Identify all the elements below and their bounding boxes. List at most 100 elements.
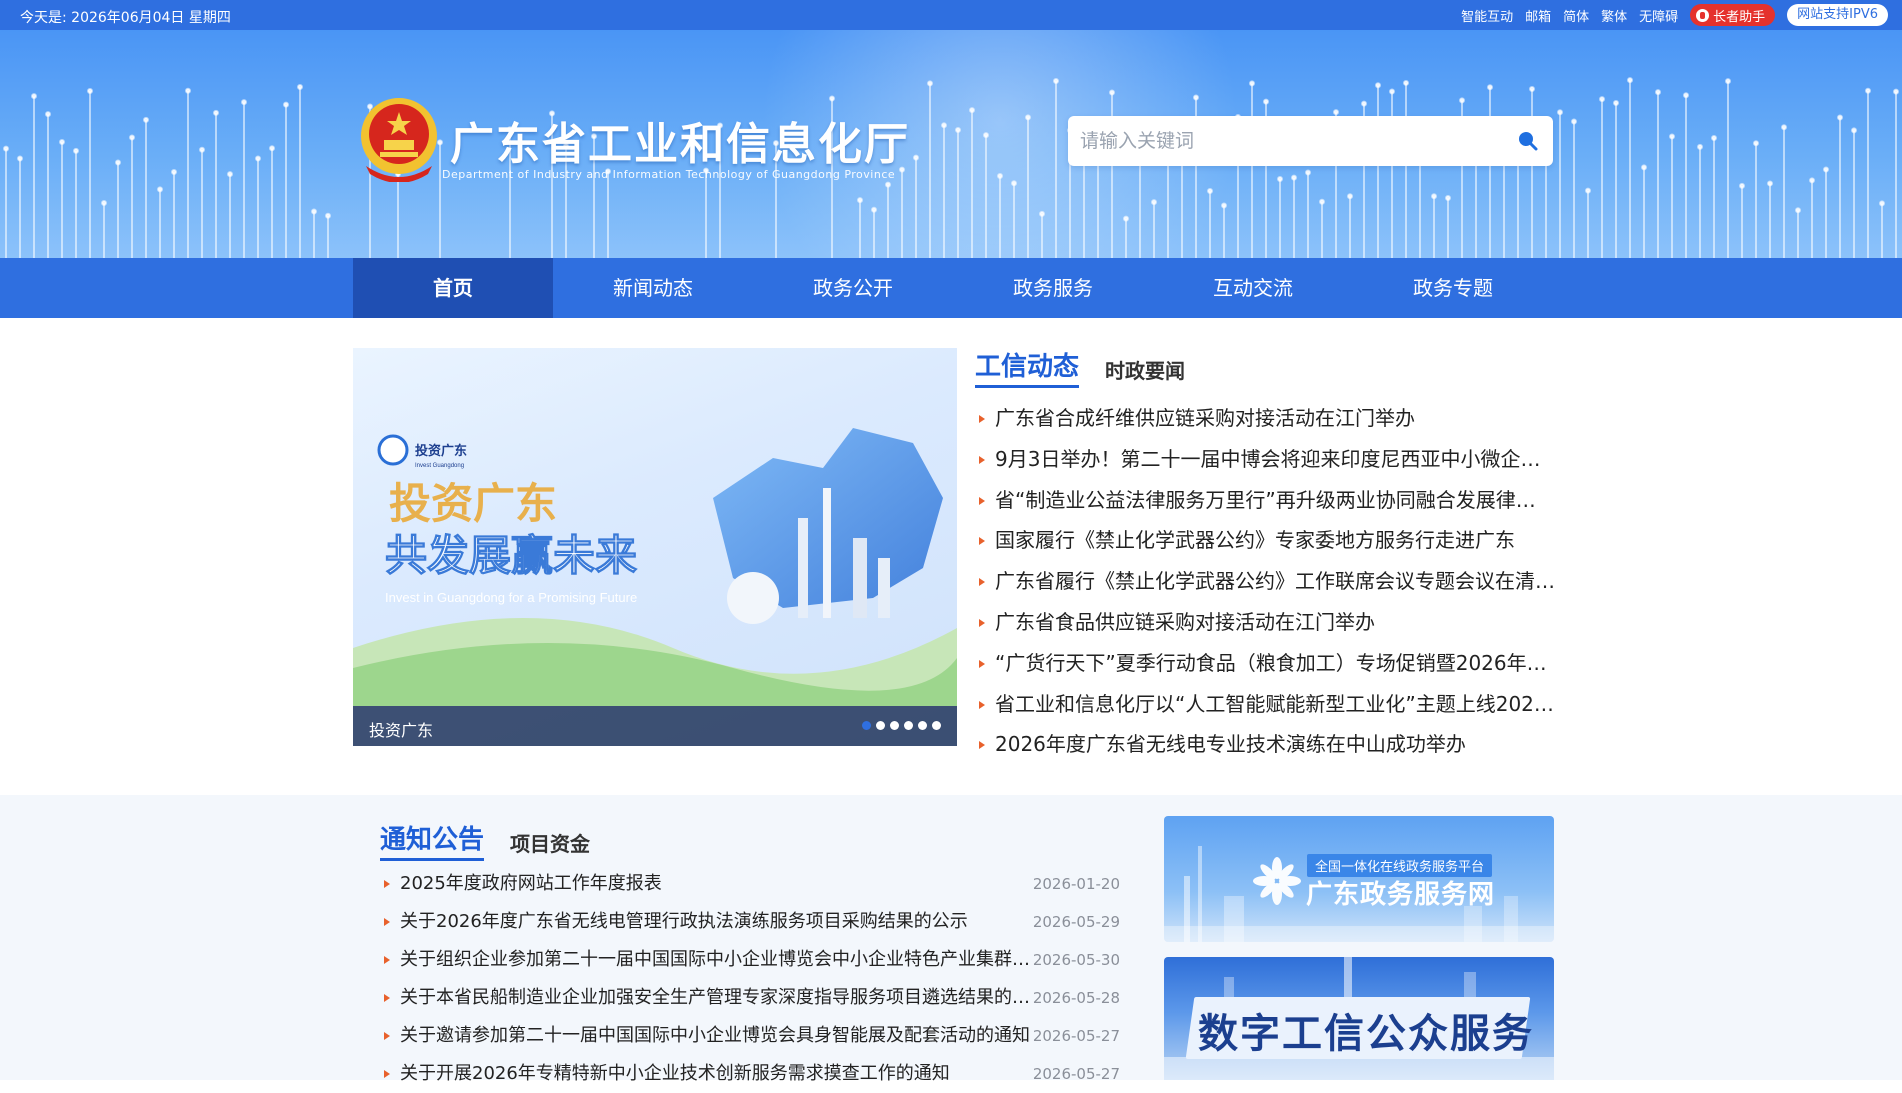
banner-data-dot [1865,87,1871,94]
banner-data-dot [171,169,177,176]
banner-data-dot [1767,180,1773,187]
national-emblem-icon [361,98,437,182]
nav-item-interaction[interactable]: 互动交流 [1153,258,1353,318]
banner-data-dot [1823,166,1829,173]
banner-data-dot [1333,109,1339,116]
notice-item[interactable]: 关于2026年度广东省无线电管理行政执法演练服务项目采购结果的公示 2026-05… [380,903,1120,941]
banner-data-dot [1319,198,1325,205]
notice-tabs: 通知公告 项目资金 [380,825,1120,861]
banner-data-dot [1753,140,1759,147]
top-link-accessibility[interactable]: 无障碍 [1639,6,1678,25]
elder-assistant-label: 长者助手 [1713,9,1766,25]
banner-data-dot [913,154,919,161]
banner-data-dot [1431,193,1437,200]
nav-item-gov-services[interactable]: 政务服务 [953,258,1153,318]
nav-item-news[interactable]: 新闻动态 [553,258,753,318]
search-input[interactable] [1080,126,1480,156]
notice-item[interactable]: 2025年度政府网站工作年度报表 2026-01-20 [380,865,1120,903]
notice-list: 2025年度政府网站工作年度报表 2026-01-20 关于2026年度广东省无线… [380,865,1120,1093]
banner-data-dot [1571,118,1577,125]
tab-industry-news[interactable]: 工信动态 [975,346,1080,388]
carousel-dot[interactable] [862,721,871,730]
site-subtitle: Department of Industry and Information T… [442,168,896,181]
news-item[interactable]: 2026年度广东省无线电专业技术演练在中山成功举办 [975,724,1555,765]
banner-data-dot [1207,188,1213,195]
banner-data-dot [1053,77,1059,84]
banner-data-dot [1403,79,1409,86]
banner-data-dot [1193,94,1199,101]
banner-data-dot [311,208,317,215]
banner-data-dot [941,122,947,129]
notice-item[interactable]: 关于本省民船制造业企业加强安全生产管理专家深度指导服务项目遴选结果的公示 2026… [380,979,1120,1017]
carousel[interactable]: 投资广东 Invest Guangdong 投资广东 共发展赢未来 Invest… [353,348,957,746]
carousel-headline-1: 投资广东 [389,480,557,527]
search-icon[interactable] [1515,128,1541,154]
banner-data-dot [73,147,79,154]
notice-item[interactable]: 关于邀请参加第二十一届中国国际中小企业博览会具身智能展及配套活动的通知 2026-… [380,1017,1120,1055]
news-tabs: 工信动态 时政要闻 [975,348,1555,388]
notice-panel: 通知公告 项目资金 2025年度政府网站工作年度报表 2026-01-20 关于2… [380,825,1120,1093]
banner-data-dot [1697,143,1703,150]
banner-data-dot [255,155,261,162]
tab-current-affairs[interactable]: 时政要闻 [1105,355,1185,388]
notice-item[interactable]: 关于开展2026年专精特新中小企业技术创新服务需求摸查工作的通知 2026-05-… [380,1055,1120,1093]
banner-data-dot [59,139,65,146]
notice-date: 2026-05-29 [1032,913,1120,931]
notice-date: 2026-05-27 [1032,1065,1120,1083]
news-item[interactable]: 省工业和信息化厅以“人工智能赋能新型工业化”主题上线2026年活动 [975,684,1555,725]
banner-data-dot [1613,100,1619,107]
banner-data-dot [1837,114,1843,121]
banner-data-dot [143,116,149,123]
top-link-smart-interaction[interactable]: 智能互动 [1461,6,1513,25]
banner-data-dot [1277,175,1283,182]
banner-data-dot [1879,200,1885,207]
top-link-traditional[interactable]: 繁体 [1601,6,1627,25]
carousel-tagline: Invest in Guangdong for a Promising Futu… [385,590,637,605]
news-item[interactable]: 广东省履行《禁止化学武器公约》工作联席会议专题会议在清远召开 [975,561,1555,602]
banner-data-dot [213,109,219,116]
banner-data-dot [1347,193,1353,200]
banner-data-dot [1711,135,1717,142]
gov-service-portal-banner[interactable]: 全国一体化在线政务服务平台 广东政务服务网 [1164,816,1554,942]
banner-data-dot [227,171,233,178]
banner-data-dot [297,84,303,91]
news-item[interactable]: 广东省合成纤维供应链采购对接活动在江门举办 [975,398,1555,439]
tab-notices[interactable]: 通知公告 [380,819,485,861]
carousel-dot[interactable] [890,721,899,730]
carousel-headline-2: 共发展赢未来 [385,532,637,579]
news-item[interactable]: 广东省食品供应链采购对接活动在江门举办 [975,602,1555,643]
nav-item-special-topics[interactable]: 政务专题 [1353,258,1553,318]
top-link-email[interactable]: 邮箱 [1525,6,1551,25]
elder-assistant-icon [1696,8,1710,22]
header-banner: 广东省工业和信息化厅 Department of Industry and In… [0,30,1902,258]
banner-data-dot [1291,174,1297,181]
search-box [1068,116,1553,166]
elder-assistant-button[interactable]: 长者助手 [1690,4,1776,26]
banner-data-dot [283,101,289,108]
carousel-dot[interactable] [876,721,885,730]
news-item[interactable]: 省“制造业公益法律服务万里行”再升级两业协同融合发展律师服务活动 [975,480,1555,521]
banner-data-dot [1655,89,1661,96]
nav-item-gov-affairs-open[interactable]: 政务公开 [753,258,953,318]
notice-item[interactable]: 关于组织企业参加第二十一届中国国际中小企业博览会中小企业特色产业集群展的通知 20… [380,941,1120,979]
news-item[interactable]: 国家履行《禁止化学武器公约》专家委地方服务行走进广东 [975,520,1555,561]
banner-data-dot [1361,100,1367,107]
banner-data-dot [199,146,205,153]
banner-data-dot [1781,124,1787,131]
site-title: 广东省工业和信息化厅 [450,119,910,170]
banner-data-dot [129,134,135,141]
carousel-dot[interactable] [932,721,941,730]
tab-project-funds[interactable]: 项目资金 [510,828,590,861]
banner-data-dot [269,145,275,152]
banner-data-dot [101,200,107,207]
carousel-dot[interactable] [904,721,913,730]
banner-data-dot [857,197,863,204]
top-link-simplified[interactable]: 简体 [1563,6,1589,25]
news-item[interactable]: 9月3日举办！第二十一届中博会将迎来印度尼西亚中小微企业代表团 [975,439,1555,480]
nav-item-home[interactable]: 首页 [353,258,553,318]
carousel-dot[interactable] [918,721,927,730]
news-item[interactable]: “广货行天下”夏季行动食品（粮食加工）专场促销暨2026年活动启动 [975,643,1555,684]
digital-public-service-banner[interactable]: 数字工信公众服务 [1164,957,1554,1080]
banner-data-dot [1725,78,1731,85]
current-date: 今天是: 2026年06月04日 星期四 [20,10,231,26]
